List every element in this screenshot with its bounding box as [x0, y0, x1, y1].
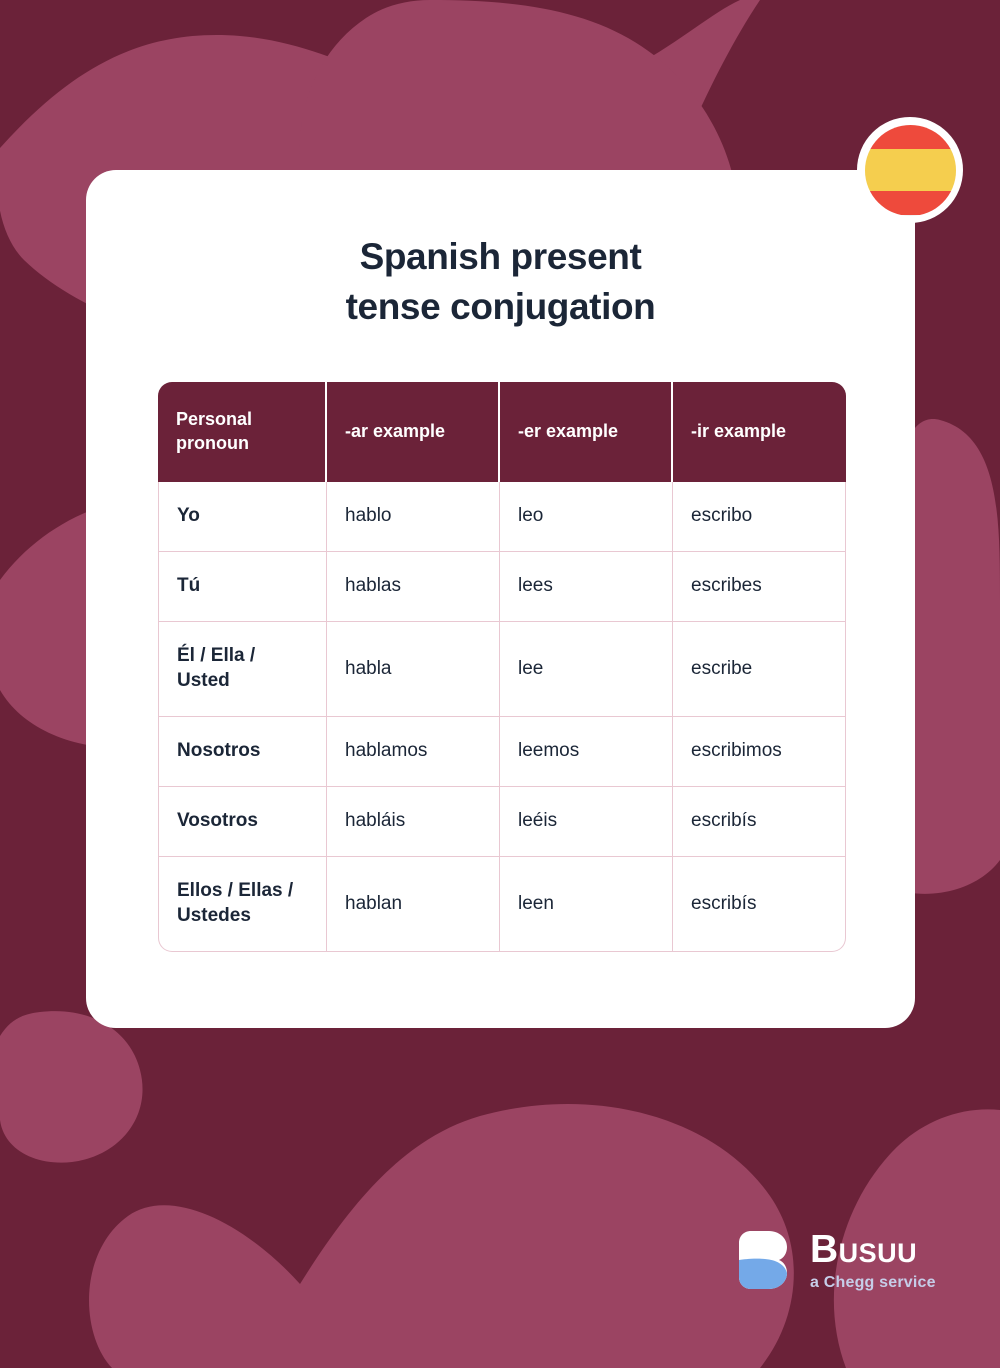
table-row: Yo hablo leo escribo — [158, 482, 846, 552]
cell-pronoun: Él / Ella / Usted — [158, 622, 327, 717]
column-header-ir: -ir example — [673, 382, 846, 482]
cell-ar: hablamos — [327, 717, 500, 787]
cell-ir: escribimos — [673, 717, 846, 787]
busuu-logo: Busuu a Chegg service — [735, 1228, 936, 1292]
logo-tagline: a Chegg service — [810, 1274, 936, 1291]
cell-pronoun: Yo — [158, 482, 327, 552]
flag-disc — [864, 124, 956, 216]
table-row: Él / Ella / Usted habla lee escribe — [158, 622, 846, 717]
cell-er: leéis — [500, 787, 673, 857]
column-header-er: -er example — [500, 382, 673, 482]
content-card: Spanish present tense conjugation Person… — [86, 170, 915, 1028]
table-row: Nosotros hablamos leemos escribimos — [158, 717, 846, 787]
cell-ir: escribís — [673, 857, 846, 952]
cell-ar: hablas — [327, 552, 500, 622]
cell-er: leo — [500, 482, 673, 552]
page-title-line-1: Spanish present — [359, 236, 642, 277]
cell-ir: escribo — [673, 482, 846, 552]
cell-er: lee — [500, 622, 673, 717]
cell-pronoun: Tú — [158, 552, 327, 622]
page-title: Spanish present tense conjugation — [86, 232, 915, 331]
cell-pronoun: Nosotros — [158, 717, 327, 787]
spain-flag-icon — [857, 117, 963, 223]
table-header: Personal pronoun -ar example -er example… — [158, 382, 846, 482]
cell-ar: habla — [327, 622, 500, 717]
column-header-pronoun: Personal pronoun — [158, 382, 327, 482]
page-title-line-2: tense conjugation — [345, 285, 656, 327]
table-row: Tú hablas lees escribes — [158, 552, 846, 622]
cell-er: lees — [500, 552, 673, 622]
table-header-row: Personal pronoun -ar example -er example… — [158, 382, 846, 482]
flag-band-red-top — [864, 124, 956, 150]
table-row: Vosotros habláis leéis escribís — [158, 787, 846, 857]
table-row: Ellos / Ellas / Ustedes hablan leen escr… — [158, 857, 846, 952]
flag-band-red-bottom — [864, 190, 956, 216]
flag-band-yellow — [864, 149, 956, 191]
conjugation-table: Personal pronoun -ar example -er example… — [158, 382, 846, 952]
cell-ar: habláis — [327, 787, 500, 857]
cell-pronoun: Vosotros — [158, 787, 327, 857]
cell-ar: hablan — [327, 857, 500, 952]
cell-er: leemos — [500, 717, 673, 787]
column-header-ar: -ar example — [327, 382, 500, 482]
cell-pronoun: Ellos / Ellas / Ustedes — [158, 857, 327, 952]
cell-ir: escribís — [673, 787, 846, 857]
busuu-b-logo-icon — [735, 1229, 797, 1291]
cell-ir: escribe — [673, 622, 846, 717]
logo-wordmark: Busuu — [810, 1228, 918, 1271]
cell-er: leen — [500, 857, 673, 952]
logo-text-block: Busuu a Chegg service — [810, 1228, 936, 1292]
cell-ir: escribes — [673, 552, 846, 622]
table-body: Yo hablo leo escribo Tú hablas lees escr… — [158, 482, 846, 952]
cell-ar: hablo — [327, 482, 500, 552]
